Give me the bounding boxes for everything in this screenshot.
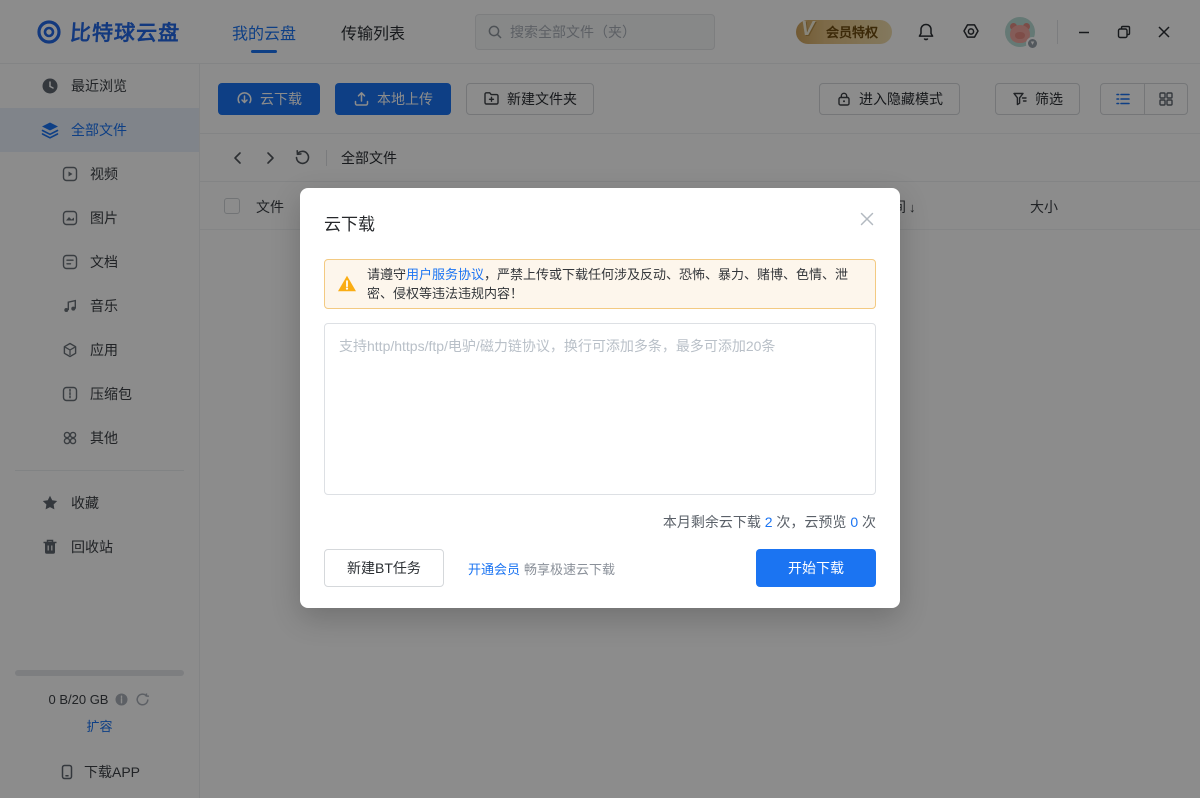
- quota-downloads-count: 2: [764, 514, 773, 530]
- quota-previews-count: 0: [850, 514, 859, 530]
- warning-banner: 请遵守用户服务协议，严禁上传或下载任何涉及反动、恐怖、暴力、赌博、色情、泄密、侵…: [324, 259, 876, 309]
- warning-triangle-icon: [338, 275, 356, 292]
- cloud-download-modal: 云下载 请遵守用户服务协议，严禁上传或下载任何涉及反动、恐怖、暴力、赌博、色情、…: [300, 188, 900, 608]
- quota-info: 本月剩余云下载 2 次，云预览 0 次: [324, 512, 876, 532]
- open-vip-link[interactable]: 开通会员: [468, 562, 520, 577]
- app-window: 比特球云盘 我的云盘 传输列表 V 会员特权: [0, 0, 1200, 798]
- new-bt-task-button[interactable]: 新建BT任务: [324, 549, 444, 587]
- modal-close-button[interactable]: [854, 206, 880, 232]
- warning-prefix: 请遵守: [367, 267, 407, 282]
- service-agreement-link[interactable]: 用户服务协议: [406, 267, 484, 282]
- download-url-input[interactable]: [324, 323, 876, 495]
- warning-text: 请遵守用户服务协议，严禁上传或下载任何涉及反动、恐怖、暴力、赌博、色情、泄密、侵…: [367, 265, 863, 303]
- close-icon: [860, 212, 874, 226]
- modal-footer: 新建BT任务 开通会员 畅享极速云下载 开始下载: [324, 549, 876, 587]
- vip-hint-text: 畅享极速云下载: [524, 561, 616, 577]
- modal-title: 云下载: [324, 215, 375, 234]
- quota-prefix: 本月剩余云下载: [662, 514, 765, 530]
- quota-mid: 次，云预览: [772, 514, 851, 530]
- vip-promo: 开通会员 畅享极速云下载: [468, 559, 615, 578]
- quota-suffix: 次: [858, 514, 876, 530]
- start-download-button[interactable]: 开始下载: [756, 549, 876, 587]
